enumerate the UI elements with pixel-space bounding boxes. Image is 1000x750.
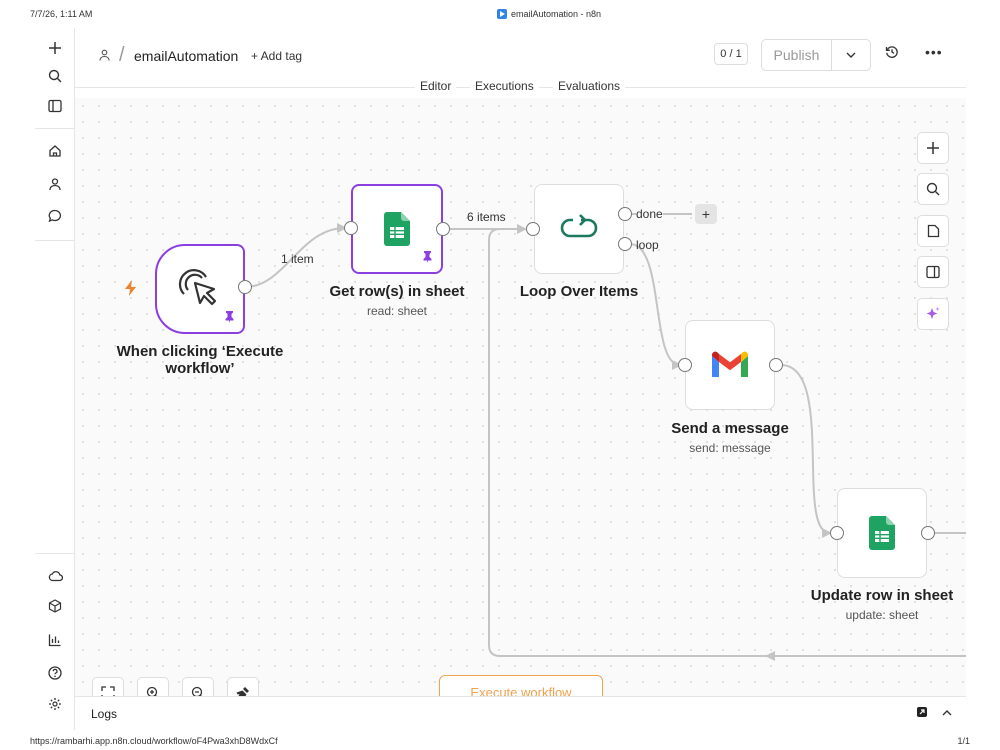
execute-workflow-button[interactable]: Execute workflow <box>439 675 603 696</box>
google-sheets-icon <box>384 212 410 246</box>
person-icon[interactable] <box>99 49 110 64</box>
connections-layer <box>244 213 966 661</box>
workflow-name[interactable]: emailAutomation <box>134 48 238 64</box>
home-icon[interactable] <box>43 139 67 163</box>
package-icon[interactable] <box>43 594 67 618</box>
help-icon[interactable] <box>43 661 67 685</box>
side-panel-button[interactable] <box>917 256 949 288</box>
output-handle[interactable] <box>238 280 252 294</box>
zoom-in-button[interactable] <box>137 677 169 696</box>
node-subtitle: send: message <box>689 441 771 455</box>
gmail-icon <box>712 351 748 377</box>
output-handle-done[interactable] <box>618 207 632 221</box>
more-options-icon[interactable]: ••• <box>925 44 943 60</box>
cursor-click-icon <box>178 269 217 306</box>
panel-icon[interactable] <box>43 94 67 118</box>
sparkle-icon <box>926 307 940 319</box>
node-loop-over-items[interactable] <box>534 184 624 274</box>
tidy-up-button[interactable] <box>227 677 259 696</box>
open-external-icon[interactable] <box>916 706 928 721</box>
n8n-app: / emailAutomation + Add tag 0 / 1 Publis… <box>35 28 966 730</box>
fit-view-button[interactable] <box>92 677 124 696</box>
pin-icon <box>224 311 235 326</box>
n8n-favicon-icon <box>497 9 507 19</box>
connection-loop-send <box>629 243 681 366</box>
node-manual-trigger[interactable] <box>155 244 245 334</box>
node-update-row[interactable] <box>837 488 927 578</box>
node-title: Loop Over Items <box>519 283 639 300</box>
print-date: 7/7/26, 1:11 AM <box>30 9 93 19</box>
plus-icon[interactable] <box>43 36 67 60</box>
google-sheets-icon <box>869 516 895 550</box>
top-bar: / emailAutomation + Add tag 0 / 1 Publis… <box>75 28 966 84</box>
input-handle[interactable] <box>678 358 692 372</box>
node-title: Get row(s) in sheet <box>329 283 465 300</box>
node-title: Send a message <box>671 420 789 437</box>
node-send-message[interactable] <box>685 320 775 410</box>
tab-executions[interactable]: Executions <box>470 79 539 93</box>
add-tag-button[interactable]: + Add tag <box>251 49 302 63</box>
gear-icon[interactable] <box>43 692 67 716</box>
active-counter: 0 / 1 <box>714 43 748 65</box>
lightning-icon <box>124 280 138 301</box>
tab-editor[interactable]: Editor <box>415 79 457 93</box>
view-tabs: Editor Executions Evaluations <box>75 78 966 98</box>
logs-label: Logs <box>91 707 118 721</box>
search-nodes-button[interactable] <box>917 173 949 205</box>
pin-icon <box>422 251 433 266</box>
node-get-rows[interactable] <box>351 184 443 274</box>
breadcrumb-separator: / <box>119 44 125 66</box>
output-handle[interactable] <box>769 358 783 372</box>
print-footer: https://rambarhi.app.n8n.cloud/workflow/… <box>0 732 1000 750</box>
sticky-note-button[interactable] <box>917 215 949 247</box>
node-title: Update row in sheet <box>810 587 954 604</box>
arrow-icon <box>765 651 775 661</box>
print-title: emailAutomation - n8n <box>497 9 601 19</box>
publish-button-group: Publish <box>761 39 871 71</box>
sidebar <box>35 28 75 730</box>
print-page-number: 1/1 <box>957 736 970 746</box>
output-handle-loop[interactable] <box>618 237 632 251</box>
input-handle[interactable] <box>830 526 844 540</box>
print-title-text: emailAutomation - n8n <box>511 9 602 19</box>
input-handle[interactable] <box>344 221 358 235</box>
print-url: https://rambarhi.app.n8n.cloud/workflow/… <box>30 736 278 746</box>
node-subtitle: read: sheet <box>366 304 428 318</box>
cloud-icon[interactable] <box>43 564 67 588</box>
output-label-loop: loop <box>636 238 659 252</box>
chat-icon[interactable] <box>43 204 67 228</box>
history-icon[interactable] <box>885 45 899 63</box>
sidebar-divider <box>35 128 75 129</box>
edge-label: 6 items <box>467 210 506 224</box>
print-header: 7/7/26, 1:11 AM emailAutomation - n8n <box>0 0 1000 28</box>
search-icon[interactable] <box>43 64 67 88</box>
edge-label: 1 item <box>281 252 314 266</box>
ai-assistant-button[interactable] <box>917 298 949 330</box>
chevron-up-icon[interactable] <box>942 705 952 719</box>
add-node-toolbar-button[interactable] <box>917 132 949 164</box>
bar-chart-icon[interactable] <box>43 628 67 652</box>
chevron-down-icon[interactable] <box>832 40 870 70</box>
node-title: When clicking ‘Execute workflow’ <box>116 343 284 377</box>
output-handle[interactable] <box>921 526 935 540</box>
sidebar-divider <box>35 553 75 554</box>
output-label-done: done <box>636 207 663 221</box>
publish-button[interactable]: Publish <box>762 40 832 70</box>
node-subtitle: update: sheet <box>845 608 919 622</box>
add-node-button[interactable]: + <box>695 204 717 224</box>
logs-panel[interactable]: Logs <box>75 696 966 730</box>
workflow-canvas[interactable]: When clicking ‘Execute workflow’ 1 item … <box>75 98 966 696</box>
input-handle[interactable] <box>526 222 540 236</box>
output-handle[interactable] <box>436 222 450 236</box>
tab-evaluations[interactable]: Evaluations <box>553 79 626 93</box>
zoom-out-button[interactable] <box>182 677 214 696</box>
user-icon[interactable] <box>43 172 67 196</box>
loop-icon <box>560 214 598 238</box>
broom-icon <box>236 686 249 696</box>
sidebar-divider <box>35 240 75 241</box>
